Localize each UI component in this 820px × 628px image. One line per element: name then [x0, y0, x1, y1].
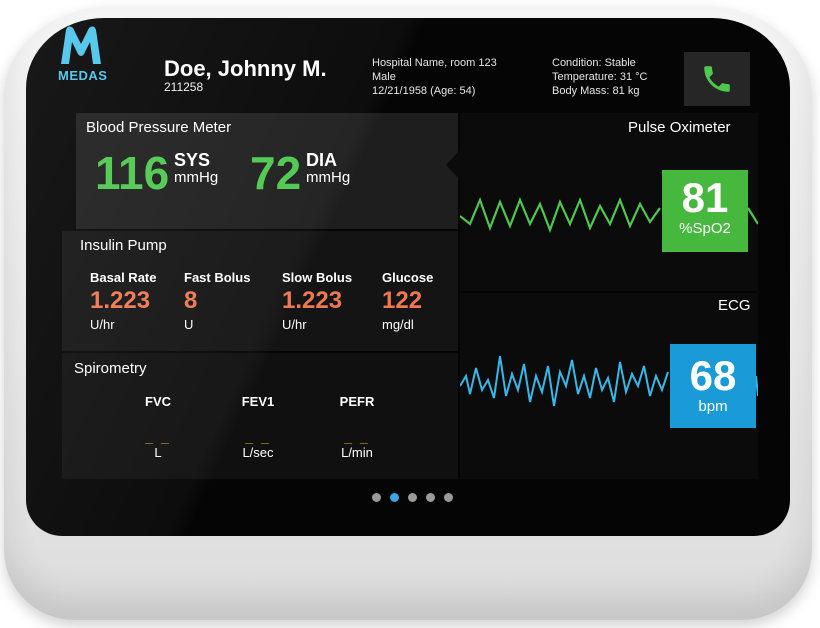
sys-value: 116 — [95, 147, 170, 199]
spirometry-fvc: FVC _ _ L — [128, 394, 188, 460]
medas-logo-icon — [61, 26, 101, 64]
page-dot-1[interactable] — [372, 493, 381, 502]
spirometry-item-unit: L/sec — [242, 445, 274, 460]
spo2-unit: %SpO2 — [679, 220, 731, 237]
patient-info: Hospital Name, room 123 Male 12/21/1958 … — [372, 56, 497, 98]
spirometry-item-value: _ _ — [245, 429, 271, 445]
spirometry-item-label: FEV1 — [241, 394, 275, 409]
patient-vitals-info: Condition: Stable Temperature: 31 °C Bod… — [552, 56, 648, 98]
patient-id: 211258 — [164, 80, 204, 94]
patient-name: Doe, Johnny M. — [164, 56, 327, 81]
spirometry-item-label: FVC — [145, 394, 171, 409]
patient-temperature: Temperature: 31 °C — [552, 71, 648, 83]
insulin-basal-rate: Basal Rate 1.223 U/hr — [90, 270, 156, 332]
insulin-item-label: Fast Bolus — [184, 270, 251, 285]
patient-body-mass: Body Mass: 81 kg — [552, 85, 640, 97]
insulin-item-label: Slow Bolus — [282, 270, 353, 285]
spirometry-title: Spirometry — [74, 360, 147, 377]
dia-unit: mmHg — [306, 169, 351, 186]
patient-dob: 12/21/1958 (Age: 54) — [372, 85, 476, 97]
insulin-fast-bolus: Fast Bolus 8 U — [184, 270, 250, 332]
spirometry-fev1: FEV1 _ _ L/sec — [228, 394, 288, 460]
page-dot-4[interactable] — [426, 493, 435, 502]
sys-label: SYS — [174, 150, 211, 170]
page-dot-5[interactable] — [444, 493, 453, 502]
dia-label-group: DIA mmHg — [306, 150, 351, 186]
heart-rate-unit: bpm — [698, 398, 728, 415]
page-dot-3[interactable] — [408, 493, 417, 502]
blood-pressure-title: Blood Pressure Meter — [86, 119, 232, 136]
spirometry-item-unit: L/min — [341, 445, 373, 460]
insulin-item-value: 1.223 — [90, 287, 151, 314]
patient-condition: Condition: Stable — [552, 57, 636, 69]
spirometry-pefr: PEFR _ _ L/min — [327, 394, 387, 460]
page-dot-2[interactable] — [390, 493, 399, 502]
patient-sex: Male — [372, 71, 396, 83]
spo2-value: 81 — [681, 174, 729, 221]
pulse-oximeter-title: Pulse Oximeter — [628, 119, 731, 136]
heart-rate-badge: 68 bpm — [670, 344, 756, 428]
insulin-item-value: 1.223 — [282, 287, 343, 314]
patient-location: Hospital Name, room 123 — [372, 57, 497, 69]
page-indicator — [372, 493, 453, 502]
sys-label-group: SYS mmHg — [174, 150, 219, 186]
spirometry-item-value: _ _ — [145, 429, 171, 445]
insulin-item-label: Basal Rate — [90, 270, 157, 285]
spirometry-item-label: PEFR — [339, 394, 375, 409]
ecg-title: ECG — [718, 297, 751, 314]
call-button[interactable] — [684, 52, 750, 106]
dia-label: DIA — [306, 150, 337, 170]
sys-unit: mmHg — [174, 169, 219, 186]
phone-icon — [704, 66, 730, 92]
insulin-item-value: 8 — [184, 287, 198, 314]
heart-rate-value: 68 — [689, 352, 737, 399]
insulin-slow-bolus: Slow Bolus 1.223 U/hr — [282, 270, 352, 332]
insulin-item-unit: mg/dl — [382, 317, 414, 332]
brand-name: MEDAS — [58, 68, 108, 83]
insulin-item-unit: U — [184, 317, 194, 332]
spirometry-item-value: _ _ — [344, 429, 370, 445]
dia-value: 72 — [250, 147, 302, 199]
insulin-glucose: Glucose 122 mg/dl — [382, 270, 433, 332]
insulin-item-unit: U/hr — [90, 317, 115, 332]
insulin-item-unit: U/hr — [282, 317, 307, 332]
panel-notch — [446, 150, 460, 180]
spirometry-item-unit: L — [154, 445, 162, 460]
insulin-item-label: Glucose — [382, 270, 434, 285]
insulin-pump-title: Insulin Pump — [80, 237, 167, 254]
insulin-item-value: 122 — [382, 287, 423, 314]
spo2-badge: 81 %SpO2 — [662, 170, 748, 252]
